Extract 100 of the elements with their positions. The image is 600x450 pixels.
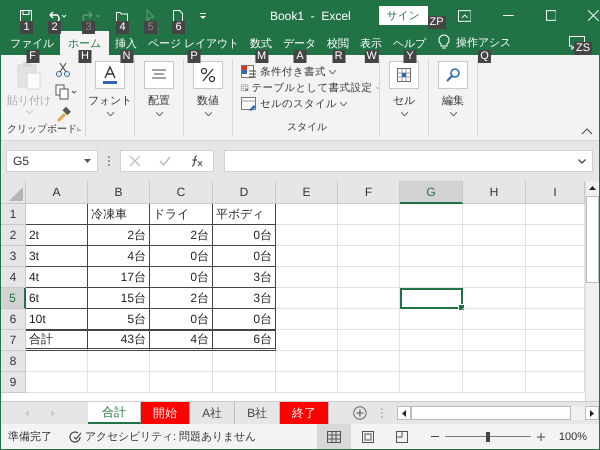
scissors-icon[interactable] [55, 62, 71, 78]
table-cell[interactable]: 4t [26, 267, 88, 288]
caret-icon[interactable] [450, 112, 456, 116]
column-header[interactable]: G [400, 181, 463, 204]
save-icon[interactable] [19, 8, 33, 22]
search-icon[interactable] [445, 67, 461, 83]
caret-icon[interactable] [204, 112, 212, 116]
table-cell[interactable]: 3t [26, 246, 88, 267]
percent-icon[interactable] [200, 67, 216, 83]
row-header[interactable]: 9 [1, 372, 26, 393]
row-header[interactable]: 3 [1, 246, 26, 267]
table-cell[interactable]: 4台 [150, 330, 213, 351]
row-header[interactable]: 5 [1, 288, 26, 309]
style-menu-button[interactable]: テーブルとして書式設定 [252, 81, 373, 95]
table-cell[interactable]: 0台 [213, 246, 276, 267]
caret-icon[interactable] [400, 112, 408, 116]
caret-icon[interactable] [106, 112, 114, 116]
checkmark-icon[interactable] [158, 156, 171, 166]
zoom-level[interactable]: 100% [558, 430, 587, 442]
column-header[interactable]: F [338, 181, 400, 204]
caret-icon[interactable] [156, 112, 162, 116]
format-painter-icon[interactable] [55, 106, 71, 122]
style-menu-button[interactable]: 条件付き書式 [260, 65, 326, 79]
minimize-icon[interactable] [503, 14, 514, 16]
dropdown-icon[interactable] [199, 12, 207, 20]
table-cell[interactable]: 冷凍車 [88, 204, 150, 225]
table-cell[interactable]: 2台 [88, 225, 150, 246]
table-cell[interactable]: 0台 [150, 267, 213, 288]
sheet-tab[interactable]: 開始 [141, 402, 190, 424]
row-header[interactable]: 2 [1, 225, 26, 246]
row-header[interactable]: 6 [1, 309, 26, 330]
ribbon-display-icon[interactable] [458, 10, 472, 22]
table-cell[interactable]: 2台 [150, 288, 213, 309]
column-header[interactable]: I [526, 181, 585, 204]
cell-style-icon[interactable] [241, 97, 257, 111]
row-header[interactable]: 1 [1, 204, 26, 225]
copy-icon[interactable] [55, 84, 77, 100]
normal-view-icon[interactable] [326, 430, 341, 442]
maximize-icon[interactable] [546, 10, 556, 21]
ribbon-button[interactable]: 配置 [148, 93, 170, 108]
page-layout-icon[interactable] [362, 430, 374, 442]
table-cell[interactable]: 0台 [213, 225, 276, 246]
accessibility-status[interactable]: アクセシビリティ: 問題ありません [85, 429, 256, 444]
column-header[interactable]: B [88, 181, 150, 204]
table-cell[interactable] [26, 204, 88, 225]
table-cell[interactable]: 0台 [150, 246, 213, 267]
table-cell[interactable]: 0台 [150, 309, 213, 330]
row-header[interactable]: 7 [1, 330, 26, 351]
column-header[interactable]: D [213, 181, 276, 204]
scroll-right-icon[interactable] [590, 410, 594, 416]
undo-icon[interactable] [47, 8, 67, 22]
table-cell[interactable]: 43台 [88, 330, 150, 351]
table-cell[interactable]: 10t [26, 309, 88, 330]
function-icon[interactable] [190, 155, 204, 167]
table-cell[interactable]: 2台 [150, 225, 213, 246]
scroll-left-icon[interactable] [402, 410, 406, 416]
close-icon[interactable] [588, 10, 599, 21]
caret-icon[interactable] [329, 70, 336, 74]
table-cell[interactable]: ドライ [150, 204, 213, 225]
table-cell[interactable]: 3台 [213, 267, 276, 288]
ribbon-button[interactable]: セル [393, 93, 415, 108]
selected-cell[interactable] [400, 288, 463, 309]
column-header[interactable]: A [26, 181, 88, 204]
page-break-icon[interactable] [396, 430, 408, 442]
column-header[interactable]: H [463, 181, 526, 204]
formula-input[interactable] [224, 150, 593, 172]
sheet-tab[interactable]: 合計 [88, 402, 142, 424]
ribbon-button[interactable]: 数値 [197, 93, 219, 108]
accessibility-icon[interactable] [68, 430, 82, 444]
table-cell[interactable]: 5台 [88, 309, 150, 330]
table-cell[interactable]: 合計 [26, 330, 88, 351]
table-cell[interactable]: 15台 [88, 288, 150, 309]
caret-icon[interactable] [376, 86, 379, 90]
table-cell[interactable]: 3台 [213, 288, 276, 309]
table-cell[interactable]: 17台 [88, 267, 150, 288]
conditional-format-icon[interactable] [241, 65, 257, 79]
dialog-launcher-icon[interactable] [77, 125, 81, 133]
ribbon-button[interactable]: 編集 [442, 93, 464, 108]
column-header[interactable]: E [276, 181, 338, 204]
cells-icon[interactable] [396, 67, 412, 83]
select-all-icon[interactable] [9, 187, 23, 201]
vertical-scrollbar[interactable] [585, 181, 599, 401]
sheet-tab[interactable]: 終了 [280, 402, 330, 424]
table-cell[interactable]: 0台 [213, 309, 276, 330]
cancel-icon[interactable] [130, 156, 140, 166]
row-header[interactable]: 8 [1, 351, 26, 372]
name-box[interactable]: G5 [6, 150, 98, 172]
sign-in-button[interactable]: サイン [378, 6, 428, 25]
row-header[interactable]: 4 [1, 267, 26, 288]
scroll-up-icon[interactable] [589, 186, 596, 190]
zoom-in-icon[interactable] [536, 432, 545, 440]
add-sheet-icon[interactable] [353, 406, 367, 420]
table-cell[interactable]: 4台 [88, 246, 150, 267]
lightbulb-icon[interactable] [438, 34, 450, 50]
horizontal-scrollbar[interactable] [396, 406, 599, 420]
ribbon-button[interactable]: フォント [88, 93, 132, 108]
collapse-ribbon-icon[interactable] [581, 128, 593, 135]
dropdown-icon[interactable] [84, 159, 91, 163]
table-cell[interactable]: 6t [26, 288, 88, 309]
style-menu-button[interactable]: セルのスタイル [260, 97, 337, 111]
